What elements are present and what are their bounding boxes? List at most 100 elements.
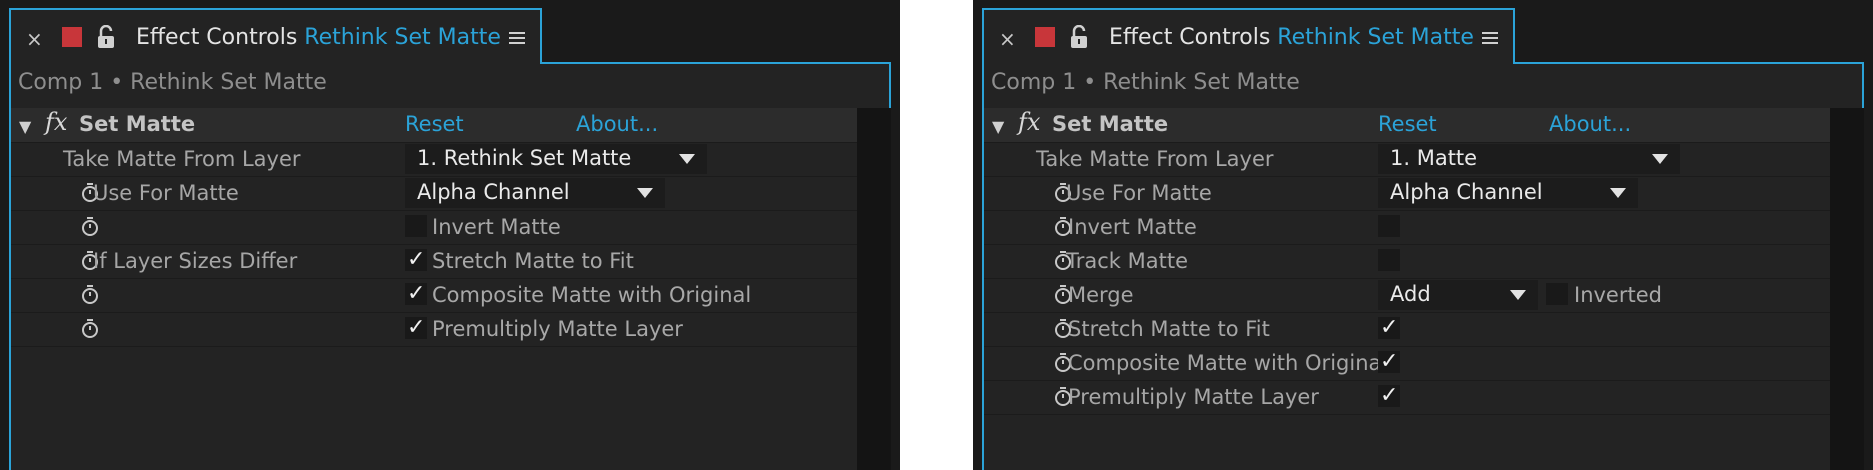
property-label: Premultiply Matte Layer: [1068, 385, 1319, 409]
dropdown-value: Alpha Channel: [417, 180, 570, 204]
stretch-matte-checkbox[interactable]: ✓: [405, 247, 427, 272]
tab-title-prefix: Effect Controls: [1109, 25, 1271, 50]
stopwatch-icon[interactable]: [81, 217, 99, 241]
close-icon[interactable]: ×: [999, 27, 1016, 51]
checkmark-icon: ✓: [1380, 315, 1399, 340]
property-row-use-for-matte: Use For Matte Alpha Channel: [11, 176, 857, 211]
checkmark-icon: ✓: [407, 247, 426, 272]
breadcrumb: Comp 1 • Rethink Set Matte: [18, 70, 327, 95]
dropdown-arrow-icon: [679, 154, 695, 164]
property-label: If Layer Sizes Differ: [93, 249, 298, 273]
breadcrumb: Comp 1 • Rethink Set Matte: [991, 70, 1300, 95]
panel-menu-icon[interactable]: [509, 30, 525, 49]
effect-name: Set Matte: [1052, 112, 1169, 136]
close-icon[interactable]: ×: [26, 27, 43, 51]
effect-controls-tab[interactable]: × Effect Controls Rethink Set Matte: [9, 8, 542, 64]
panel-body: Comp 1 • Rethink Set Matte ▼ fx Set Matt…: [9, 62, 891, 470]
scrollbar[interactable]: [857, 108, 891, 470]
property-row-invert-matte: Invert Matte: [984, 210, 1830, 245]
disclosure-triangle-icon[interactable]: ▼: [992, 117, 1004, 136]
effect-controls-tab[interactable]: × Effect Controls Rethink Set Matte: [982, 8, 1515, 64]
label-color-swatch[interactable]: [62, 27, 82, 47]
checkmark-icon: ✓: [1380, 349, 1399, 374]
tab-title-prefix: Effect Controls: [136, 25, 298, 50]
property-row-premultiply: Premultiply Matte Layer ✓: [984, 380, 1830, 415]
property-label: Use For Matte: [93, 181, 239, 205]
checkbox-label: Premultiply Matte Layer: [432, 317, 683, 341]
take-matte-dropdown[interactable]: 1. Rethink Set Matte: [405, 144, 707, 174]
stopwatch-icon[interactable]: [81, 285, 99, 309]
panel-menu-icon[interactable]: [1482, 30, 1498, 49]
use-for-matte-dropdown[interactable]: Alpha Channel: [1378, 178, 1638, 208]
dropdown-value: 1. Matte: [1390, 146, 1478, 170]
fx-icon[interactable]: fx: [45, 108, 67, 136]
effect-name: Set Matte: [79, 112, 196, 136]
property-row-take-matte: Take Matte From Layer 1. Rethink Set Mat…: [11, 142, 857, 177]
property-label: Take Matte From Layer: [63, 147, 301, 171]
composite-matte-checkbox[interactable]: ✓: [1378, 349, 1400, 374]
lock-icon[interactable]: [96, 24, 116, 53]
disclosure-triangle-icon[interactable]: ▼: [19, 117, 31, 136]
track-matte-checkbox[interactable]: [1378, 249, 1400, 271]
property-row-use-for-matte: Use For Matte Alpha Channel: [984, 176, 1830, 211]
dropdown-value: Add: [1390, 282, 1431, 306]
invert-matte-checkbox[interactable]: [1378, 215, 1400, 237]
checkbox-label: Inverted: [1574, 283, 1662, 307]
fx-icon[interactable]: fx: [1018, 108, 1040, 136]
effect-header-row: ▼ fx Set Matte Reset About...: [11, 108, 857, 143]
invert-matte-checkbox[interactable]: [405, 215, 427, 237]
stretch-matte-checkbox[interactable]: ✓: [1378, 315, 1400, 340]
property-row-stretch: Stretch Matte to Fit ✓: [984, 312, 1830, 347]
premultiply-checkbox[interactable]: ✓: [1378, 383, 1400, 408]
take-matte-dropdown[interactable]: 1. Matte: [1378, 144, 1680, 174]
property-label: Stretch Matte to Fit: [1068, 317, 1270, 341]
effect-controls-panel-left: × Effect Controls Rethink Set Matte Comp…: [0, 0, 900, 470]
dropdown-arrow-icon: [637, 188, 653, 198]
dropdown-value: Alpha Channel: [1390, 180, 1543, 204]
property-label: Use For Matte: [1066, 181, 1212, 205]
use-for-matte-dropdown[interactable]: Alpha Channel: [405, 178, 665, 208]
checkbox-label: Composite Matte with Original: [432, 283, 752, 307]
checkbox-label: Invert Matte: [432, 215, 561, 239]
label-color-swatch[interactable]: [1035, 27, 1055, 47]
panel-body: Comp 1 • Rethink Set Matte ▼ fx Set Matt…: [982, 62, 1864, 470]
effect-controls-panel-right: × Effect Controls Rethink Set Matte Comp…: [973, 0, 1873, 470]
dropdown-arrow-icon: [1652, 154, 1668, 164]
stopwatch-icon[interactable]: [81, 319, 99, 343]
tab-title-layer: Rethink Set Matte: [304, 25, 501, 50]
property-row-merge: Merge Add Inverted: [984, 278, 1830, 313]
property-row-composite: Composite Matte with Original ✓: [984, 346, 1830, 381]
property-row-layer-sizes: If Layer Sizes Differ ✓ Stretch Matte to…: [11, 244, 857, 279]
property-label: Composite Matte with Original: [1068, 351, 1388, 375]
about-link[interactable]: About...: [576, 112, 658, 136]
composite-matte-checkbox[interactable]: ✓: [405, 281, 427, 306]
property-label: Track Matte: [1066, 249, 1189, 273]
checkmark-icon: ✓: [1380, 383, 1399, 408]
property-row-premultiply: ✓ Premultiply Matte Layer: [11, 312, 857, 347]
property-row-track-matte: Track Matte: [984, 244, 1830, 279]
about-link[interactable]: About...: [1549, 112, 1631, 136]
inverted-checkbox[interactable]: [1546, 283, 1568, 305]
property-row-invert-matte: Invert Matte: [11, 210, 857, 245]
property-label: Invert Matte: [1068, 215, 1197, 239]
property-label: Merge: [1068, 283, 1134, 307]
checkbox-label: Stretch Matte to Fit: [432, 249, 634, 273]
premultiply-checkbox[interactable]: ✓: [405, 315, 427, 340]
reset-link[interactable]: Reset: [1378, 112, 1437, 136]
effect-header-row: ▼ fx Set Matte Reset About...: [984, 108, 1830, 143]
checkmark-icon: ✓: [407, 315, 426, 340]
dropdown-value: 1. Rethink Set Matte: [417, 146, 632, 170]
lock-icon[interactable]: [1069, 24, 1089, 53]
tab-title: Effect Controls Rethink Set Matte: [1109, 25, 1474, 50]
reset-link[interactable]: Reset: [405, 112, 464, 136]
merge-dropdown[interactable]: Add: [1378, 280, 1538, 310]
tab-title-layer: Rethink Set Matte: [1277, 25, 1474, 50]
checkmark-icon: ✓: [407, 281, 426, 306]
property-row-take-matte: Take Matte From Layer 1. Matte: [984, 142, 1830, 177]
property-row-composite: ✓ Composite Matte with Original: [11, 278, 857, 313]
dropdown-arrow-icon: [1610, 188, 1626, 198]
dropdown-arrow-icon: [1510, 290, 1526, 300]
scrollbar[interactable]: [1830, 108, 1864, 470]
tab-title: Effect Controls Rethink Set Matte: [136, 25, 501, 50]
property-label: Take Matte From Layer: [1036, 147, 1274, 171]
